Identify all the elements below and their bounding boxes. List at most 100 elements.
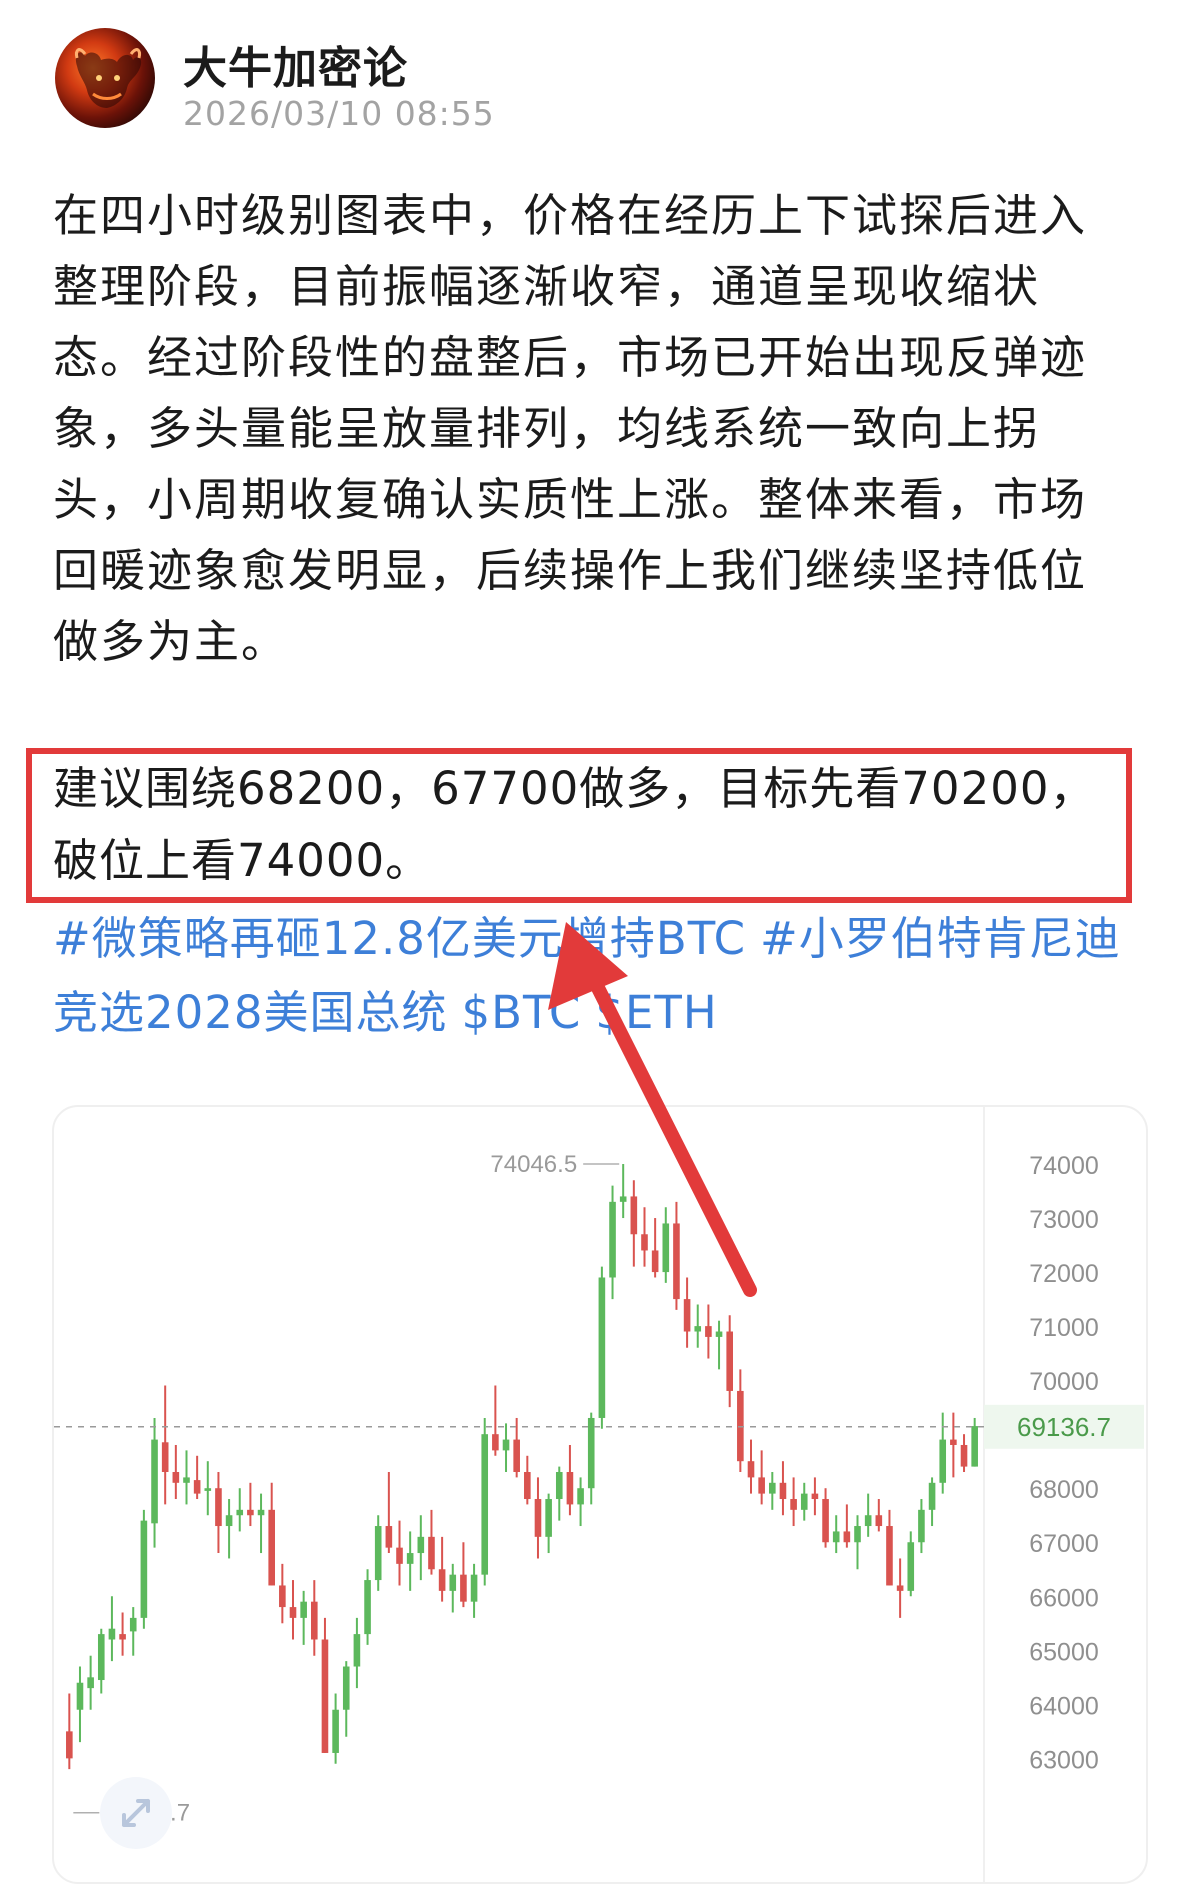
- candle-body: [342, 1666, 350, 1710]
- candle-body: [545, 1499, 552, 1537]
- hashtag-link[interactable]: #微策略再砸12.8亿美元增持BTC: [53, 912, 746, 965]
- candle-body: [321, 1639, 329, 1753]
- candle-body: [950, 1439, 957, 1445]
- candle-body: [769, 1482, 776, 1494]
- y-tick-label: 73000: [1029, 1206, 1099, 1234]
- body-line: 回暖迹象愈发明显，后续操作上我们继续坚持低位: [53, 544, 1088, 597]
- trade-recommendation: 建议围绕68200，67700做多，目标先看70200， 破位上看74000。: [53, 753, 1133, 897]
- candle-body: [683, 1299, 691, 1332]
- candle-body: [843, 1531, 851, 1543]
- candle-body: [651, 1250, 659, 1273]
- candle-body: [268, 1509, 275, 1586]
- candle-body: [492, 1434, 499, 1451]
- candle-body: [832, 1531, 840, 1543]
- candle-body: [129, 1617, 137, 1632]
- candle-body: [406, 1553, 414, 1564]
- post-header: 大牛加密论 2026/03/10 08:55: [55, 28, 1155, 138]
- candle-body: [705, 1326, 712, 1337]
- candle-body: [300, 1601, 307, 1618]
- candle-body: [311, 1601, 318, 1640]
- candle-body: [247, 1509, 254, 1516]
- candle-body: [534, 1499, 542, 1537]
- candle-body: [364, 1580, 371, 1635]
- candle-body: [204, 1488, 212, 1491]
- candle-body: [939, 1439, 947, 1483]
- candle-body: [374, 1526, 382, 1581]
- candle-body: [460, 1574, 467, 1602]
- candle-body: [960, 1444, 968, 1467]
- body-line: 象，多头量能呈放量排列，均线系统一致向上拐: [53, 402, 1041, 455]
- post-body: 在四小时级别图表中，价格在经历上下试探后进入 整理阶段，目前振幅逐渐收窄，通道呈…: [53, 180, 1153, 677]
- post-timestamp: 2026/03/10 08:55: [183, 94, 495, 133]
- hashtag-list: #微策略再砸12.8亿美元增持BTC #小罗伯特肯尼迪竞选2028美国总统 $BTC…: [53, 902, 1153, 1050]
- candle-body: [854, 1526, 861, 1543]
- candle-body: [257, 1509, 265, 1516]
- avatar[interactable]: [55, 28, 155, 128]
- candle-body: [907, 1542, 915, 1591]
- candle-body: [183, 1477, 190, 1483]
- candle-body: [289, 1607, 297, 1618]
- candle-body: [800, 1493, 808, 1510]
- y-tick-label: 71000: [1029, 1314, 1099, 1342]
- recommendation-line: 建议围绕68200，67700做多，目标先看70200，: [53, 762, 1096, 815]
- candle-body: [598, 1277, 606, 1418]
- cashtag-link[interactable]: $ETH: [595, 986, 717, 1039]
- candle-body: [513, 1439, 520, 1472]
- bull-icon: [75, 48, 142, 108]
- candle-body: [577, 1488, 584, 1505]
- candle-body: [172, 1472, 180, 1483]
- candle-body: [747, 1461, 755, 1478]
- price-chart-card[interactable]: 7400073000720007100070000690006800067000…: [52, 1105, 1148, 1884]
- candle-body: [641, 1234, 648, 1251]
- candle-body: [279, 1585, 286, 1608]
- candle-body: [396, 1547, 403, 1564]
- candle-body: [555, 1472, 563, 1500]
- candle-body: [353, 1634, 361, 1667]
- candle-body: [928, 1482, 936, 1510]
- candle-body: [918, 1509, 925, 1543]
- author-name[interactable]: 大牛加密论: [183, 32, 408, 96]
- body-line: 整理阶段，目前振幅逐渐收窄，通道呈现收缩状: [53, 260, 1041, 313]
- candle-body: [151, 1439, 158, 1524]
- candle-body: [875, 1515, 883, 1527]
- candle-body: [726, 1331, 733, 1391]
- y-tick-label: 66000: [1029, 1584, 1099, 1612]
- candle-body: [715, 1331, 723, 1337]
- y-tick-label: 70000: [1029, 1368, 1099, 1396]
- candle-body: [438, 1569, 446, 1591]
- cashtag-link[interactable]: $BTC: [462, 986, 582, 1039]
- expand-icon[interactable]: [100, 1777, 172, 1849]
- body-line: 头，小周期收复确认实质性上涨。整体来看，市场: [53, 473, 1088, 526]
- candle-body: [673, 1223, 680, 1300]
- candle-body: [225, 1515, 233, 1527]
- candle-body: [971, 1426, 978, 1467]
- candle-body: [108, 1628, 116, 1640]
- candle-body: [428, 1536, 435, 1570]
- y-tick-label: 63000: [1029, 1746, 1099, 1774]
- candle-body: [332, 1709, 339, 1753]
- candle-body: [779, 1482, 787, 1500]
- candle-body: [140, 1520, 148, 1618]
- candle-body: [481, 1434, 489, 1575]
- candle-body: [119, 1634, 126, 1640]
- y-tick-label: 67000: [1029, 1530, 1099, 1558]
- candle-body: [236, 1509, 244, 1516]
- current-price-label: 69136.7: [1017, 1412, 1111, 1442]
- candle-body: [619, 1196, 627, 1202]
- candle-body: [385, 1526, 393, 1548]
- candle-body: [896, 1585, 904, 1591]
- recommendation-line: 破位上看74000。: [53, 834, 432, 887]
- candle-body: [587, 1417, 595, 1489]
- candle-body: [630, 1196, 638, 1235]
- body-line: 做多为主。: [53, 615, 289, 668]
- candle-body: [470, 1574, 478, 1602]
- y-tick-label: 65000: [1029, 1638, 1099, 1666]
- candle-body: [822, 1499, 829, 1543]
- candle-body: [97, 1634, 105, 1681]
- candle-body: [524, 1472, 531, 1500]
- max-price-label: 74046.5: [490, 1151, 577, 1178]
- y-tick-label: 72000: [1029, 1260, 1099, 1288]
- candle-body: [662, 1223, 670, 1273]
- candle-body: [161, 1442, 169, 1472]
- body-line: 态。经过阶段性的盘整后，市场已开始出现反弹迹: [53, 331, 1088, 384]
